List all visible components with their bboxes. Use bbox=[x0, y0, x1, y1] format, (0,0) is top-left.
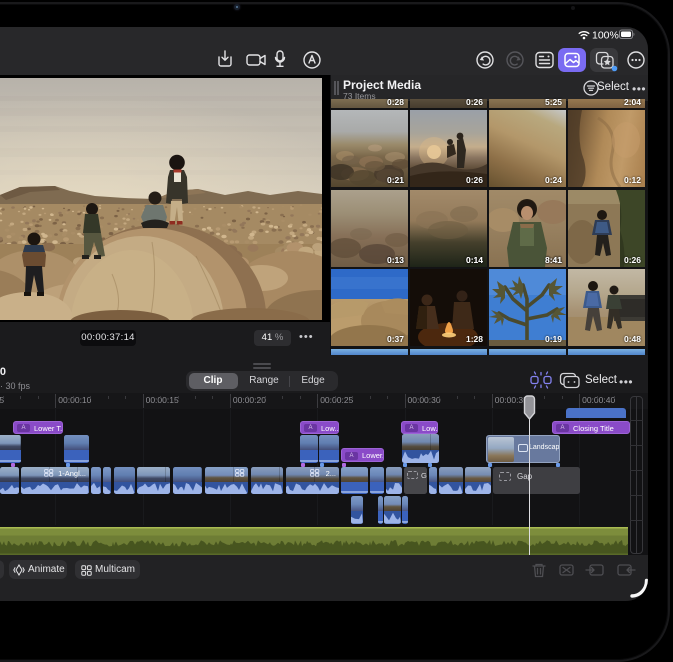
svg-text:100%: 100% bbox=[592, 30, 619, 41]
